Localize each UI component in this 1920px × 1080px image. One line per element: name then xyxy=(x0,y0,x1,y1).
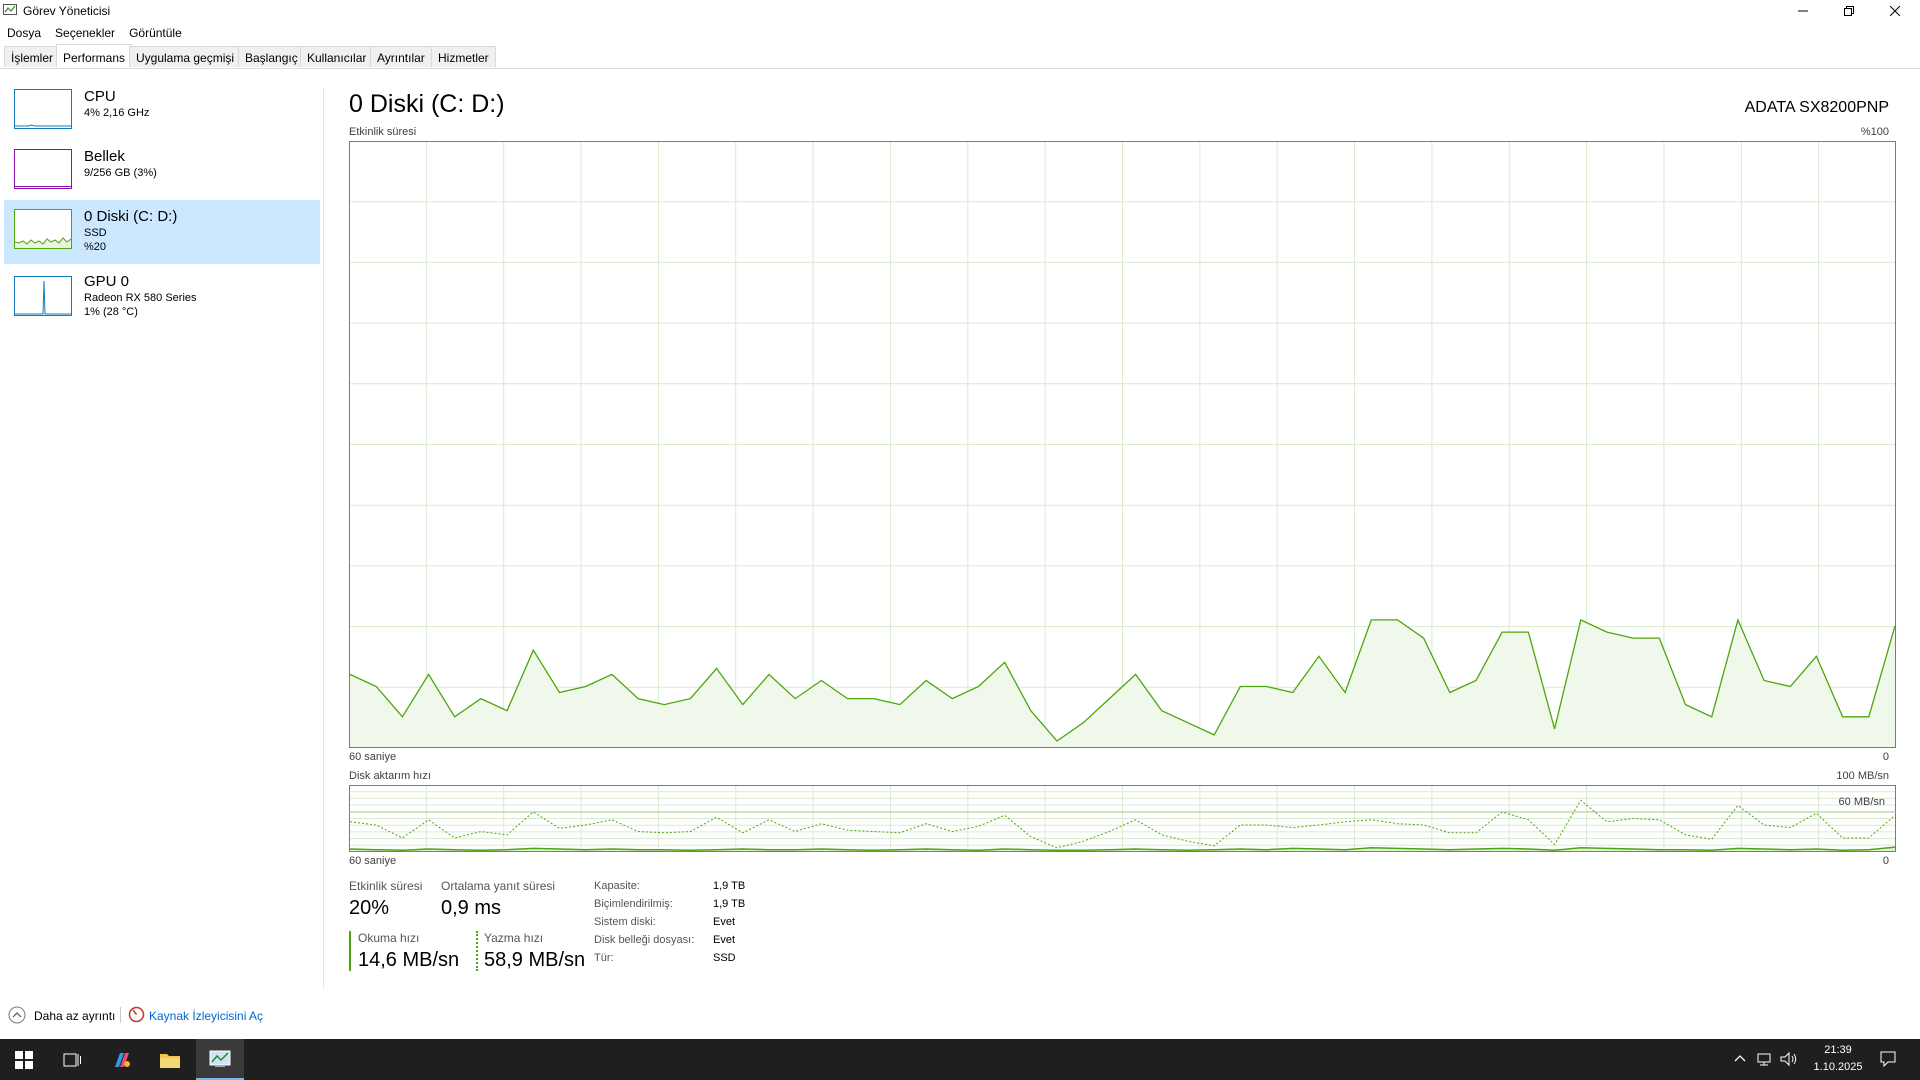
capacity-label: Kapasite: xyxy=(594,880,640,892)
task-manager-taskbar-icon xyxy=(209,1050,231,1067)
avg-response-label: Ortalama yanıt süresi xyxy=(441,879,556,893)
tab-users[interactable]: Kullanıcılar xyxy=(300,46,374,67)
volume-icon[interactable] xyxy=(1780,1051,1798,1067)
activity-max-label: %100 xyxy=(1860,126,1889,138)
disk-detail-panel: 0 Diski (C: D:) ADATA SX8200PNP Etkinlik… xyxy=(349,88,1897,988)
title-bar: Görev Yöneticisi xyxy=(0,0,1920,22)
sidebar-gpu-name: Radeon RX 580 Series xyxy=(84,292,197,304)
close-button[interactable] xyxy=(1872,0,1918,22)
network-icon[interactable] xyxy=(1756,1051,1772,1067)
type-label: Tür: xyxy=(594,952,614,964)
menu-file[interactable]: Dosya xyxy=(0,22,48,44)
write-speed-label: Yazma hızı xyxy=(484,931,544,945)
avg-response-value: 0,9 ms xyxy=(441,897,502,919)
window-title: Görev Yöneticisi xyxy=(23,4,111,18)
transfer-time-right: 0 xyxy=(1882,855,1889,867)
sidebar-disk-type: SSD xyxy=(84,227,107,239)
device-model: ADATA SX8200PNP xyxy=(1744,99,1889,116)
transfer-max-label: 100 MB/sn xyxy=(1836,770,1889,782)
active-time-value: 20% xyxy=(349,897,390,919)
gpu-thumbnail xyxy=(14,276,72,316)
tab-processes[interactable]: İşlemler xyxy=(4,46,61,67)
windows-logo-icon xyxy=(15,1050,33,1069)
tab-app-history[interactable]: Uygulama geçmişi xyxy=(129,46,242,67)
sidebar-memory-sub: 9/256 GB (3%) xyxy=(84,167,157,179)
read-speed-label: Okuma hızı xyxy=(358,931,420,945)
sidebar-divider xyxy=(323,88,324,988)
menu-options[interactable]: Seçenekler xyxy=(48,22,122,44)
performance-sidebar: CPU 4% 2,16 GHz Bellek 9/256 GB (3%) 0 D… xyxy=(0,88,322,992)
sidebar-cpu-title: CPU xyxy=(84,88,116,105)
taskbar: 21:39 1.10.2025 xyxy=(0,1039,1920,1080)
menu-bar: Dosya Seçenekler Görüntüle xyxy=(0,22,1920,44)
restore-icon xyxy=(1844,6,1854,16)
sidebar-cpu-sub: 4% 2,16 GHz xyxy=(84,107,150,119)
clock-time: 21:39 xyxy=(1824,1044,1852,1056)
read-legend-solid xyxy=(349,931,351,971)
tab-details[interactable]: Ayrıntılar xyxy=(370,46,432,67)
tab-services[interactable]: Hizmetler xyxy=(431,46,496,67)
task-manager-icon xyxy=(3,4,17,15)
memory-thumbnail xyxy=(14,149,72,189)
sidebar-disk-title: 0 Diski (C: D:) xyxy=(84,208,178,225)
restore-button[interactable] xyxy=(1826,0,1872,22)
type-value: SSD xyxy=(713,952,736,964)
capacity-value: 1,9 TB xyxy=(713,880,746,892)
transfer-time-left: 60 saniye xyxy=(349,855,397,867)
tab-startup[interactable]: Başlangıç xyxy=(238,46,305,67)
tab-performance[interactable]: Performans xyxy=(56,44,133,67)
cpu-thumbnail xyxy=(14,89,72,129)
activity-label: Etkinlik süresi xyxy=(349,126,417,138)
read-speed-value: 14,6 MB/sn xyxy=(358,949,460,971)
start-button[interactable] xyxy=(0,1039,48,1080)
clock-date: 1.10.2025 xyxy=(1813,1061,1863,1073)
write-legend-dotted xyxy=(476,931,478,971)
sidebar-gpu-usage: 1% (28 °C) xyxy=(84,306,138,318)
transfer-chart xyxy=(349,785,1896,852)
transfer-mid-label: 60 MB/sn xyxy=(1838,796,1885,808)
formatted-label: Biçimlendirilmiş: xyxy=(594,898,673,910)
copilot-icon xyxy=(115,1052,130,1067)
clock[interactable]: 21:39 1.10.2025 xyxy=(1808,1042,1868,1076)
sidebar-memory-title: Bellek xyxy=(84,148,125,165)
disk-thumbnail xyxy=(14,209,72,249)
sidebar-item-cpu[interactable]: CPU 4% 2,16 GHz xyxy=(4,88,320,152)
activity-time-left: 60 saniye xyxy=(349,751,397,763)
tab-bar: İşlemler Performans Uygulama geçmişi Baş… xyxy=(0,44,1920,69)
formatted-value: 1,9 TB xyxy=(713,898,746,910)
minimize-button[interactable] xyxy=(1780,0,1826,22)
footer-bar: Daha az ayrıntı Kaynak İzleyicisini Aç xyxy=(0,1000,1920,1030)
folder-icon xyxy=(160,1053,180,1068)
fewer-details-link[interactable]: Daha az ayrıntı xyxy=(34,1009,115,1023)
footer-divider xyxy=(120,1007,121,1023)
sidebar-gpu-title: GPU 0 xyxy=(84,273,130,290)
write-speed-value: 58,9 MB/sn xyxy=(484,949,586,971)
task-manager-taskbar-button[interactable] xyxy=(196,1039,244,1080)
system-disk-value: Evet xyxy=(713,916,736,928)
notifications-icon[interactable] xyxy=(1880,1051,1896,1067)
activity-chart xyxy=(349,141,1896,748)
task-view-icon xyxy=(63,1053,81,1066)
close-icon xyxy=(1890,6,1900,16)
task-view-button[interactable] xyxy=(48,1039,96,1080)
disk-thumbnail-graph xyxy=(15,237,71,248)
file-explorer-button[interactable] xyxy=(146,1039,194,1080)
activity-time-right: 0 xyxy=(1882,751,1889,763)
sidebar-item-disk[interactable]: 0 Diski (C: D:) SSD %20 xyxy=(4,200,320,264)
resource-monitor-icon xyxy=(128,1006,145,1023)
page-file-label: Disk belleği dosyası: xyxy=(594,934,695,946)
transfer-label: Disk aktarım hızı xyxy=(349,770,431,782)
page-file-value: Evet xyxy=(713,934,736,946)
system-disk-label: Sistem diski: xyxy=(594,916,656,928)
sidebar-item-gpu[interactable]: GPU 0 Radeon RX 580 Series 1% (28 °C) xyxy=(4,266,320,330)
open-resource-monitor-link[interactable]: Kaynak İzleyicisini Aç xyxy=(149,1009,263,1023)
chevron-up-icon[interactable] xyxy=(1734,1053,1746,1063)
copilot-button[interactable] xyxy=(98,1039,146,1080)
minimize-icon xyxy=(1798,10,1808,12)
chevron-up-circle-icon[interactable] xyxy=(8,1006,26,1024)
sidebar-disk-usage: %20 xyxy=(84,241,107,253)
page-title: 0 Diski (C: D:) xyxy=(349,90,505,118)
menu-view[interactable]: Görüntüle xyxy=(122,22,189,44)
active-time-label: Etkinlik süresi xyxy=(349,879,423,893)
